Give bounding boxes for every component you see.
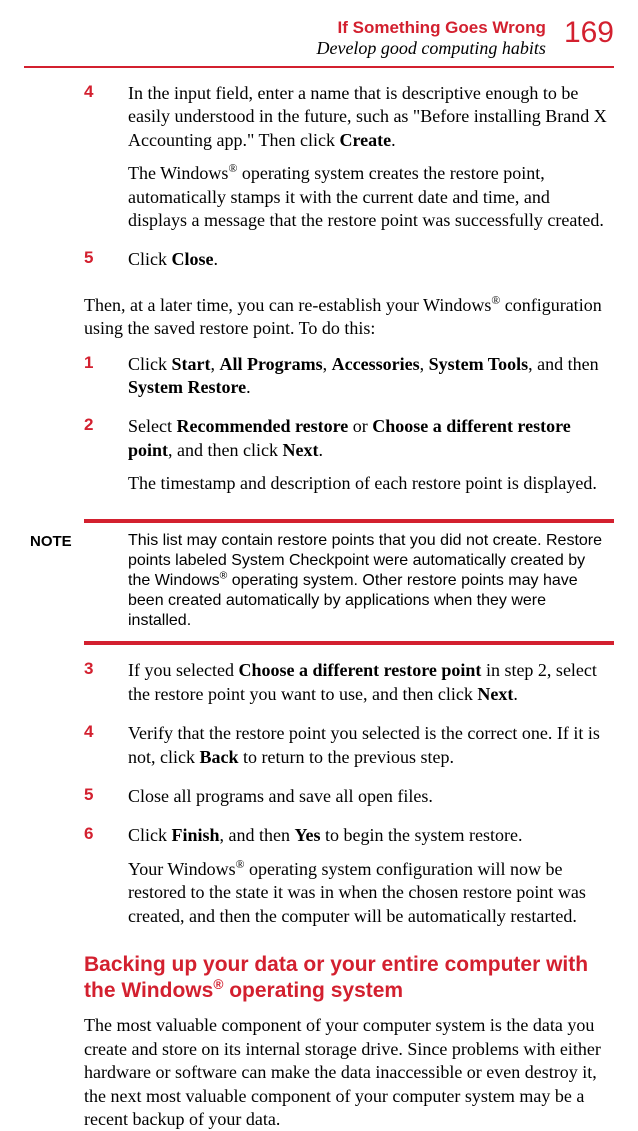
header-text: If Something Goes Wrong Develop good com… xyxy=(316,18,545,60)
section-title: Develop good computing habits xyxy=(316,38,545,60)
step-body: In the input field, enter a name that is… xyxy=(128,82,610,242)
note-block: NOTE This list may contain restore point… xyxy=(24,519,614,645)
text: Click xyxy=(128,249,172,269)
text: . xyxy=(246,377,251,397)
step-number: 2 xyxy=(84,415,128,505)
registered-mark: ® xyxy=(228,162,237,175)
registered-mark: ® xyxy=(213,977,223,992)
text: Select xyxy=(128,416,176,436)
paragraph: The most valuable component of your comp… xyxy=(84,1014,610,1131)
page-header: If Something Goes Wrong Develop good com… xyxy=(24,18,614,60)
list-item: 5 Click Close. xyxy=(84,248,610,281)
text: Close all programs and save all open fil… xyxy=(128,785,433,808)
text: . xyxy=(318,440,323,460)
step-number: 4 xyxy=(84,722,128,779)
text: Your Windows xyxy=(128,859,236,879)
text: . xyxy=(391,130,396,150)
note-inner: NOTE This list may contain restore point… xyxy=(24,531,614,631)
list-item: 4 In the input field, enter a name that … xyxy=(84,82,610,242)
page-content: 4 In the input field, enter a name that … xyxy=(24,82,614,1131)
text: The Windows xyxy=(128,163,228,183)
step-body: Select Recommended restore or Choose a d… xyxy=(128,415,610,505)
note-text: This list may contain restore points tha… xyxy=(128,531,614,631)
step-number: 4 xyxy=(84,82,128,242)
bold-text: Yes xyxy=(295,825,321,845)
text: The timestamp and description of each re… xyxy=(128,472,610,495)
text: , and then click xyxy=(168,440,282,460)
step-body: Click Start, All Programs, Accessories , … xyxy=(128,353,610,410)
bold-text: Next xyxy=(477,684,513,704)
registered-mark: ® xyxy=(491,294,500,307)
step-body: Click Finish, and then Yes to begin the … xyxy=(128,824,610,938)
step-number: 6 xyxy=(84,824,128,938)
bold-text: Next xyxy=(283,440,319,460)
step-number: 3 xyxy=(84,659,128,716)
text: Then, at a later time, you can re-establ… xyxy=(84,295,491,315)
list-item: 1 Click Start, All Programs, Accessories… xyxy=(84,353,610,410)
registered-mark: ® xyxy=(236,858,245,871)
list-item: 5 Close all programs and save all open f… xyxy=(84,785,610,818)
paragraph: Then, at a later time, you can re-establ… xyxy=(84,294,610,341)
list-item: 6 Click Finish, and then Yes to begin th… xyxy=(84,824,610,938)
bold-text: Finish xyxy=(172,825,220,845)
step-body: Close all programs and save all open fil… xyxy=(128,785,433,818)
bold-text: Close xyxy=(172,249,214,269)
bold-text: All Programs xyxy=(220,354,323,374)
list-item: 3 If you selected Choose a different res… xyxy=(84,659,610,716)
step-number: 1 xyxy=(84,353,128,410)
step-number: 5 xyxy=(84,248,128,281)
bold-text: Choose a different restore point xyxy=(238,660,481,680)
bold-text: Create xyxy=(339,130,391,150)
list-item: 4 Verify that the restore point you sele… xyxy=(84,722,610,779)
text: , xyxy=(323,354,332,374)
text: . xyxy=(513,684,518,704)
text: . xyxy=(214,249,219,269)
bold-text: Back xyxy=(199,747,238,767)
step-body: Verify that the restore point you select… xyxy=(128,722,610,779)
text: , and then xyxy=(528,354,598,374)
bold-text: Start xyxy=(172,354,211,374)
header-rule xyxy=(24,66,614,68)
note-rule-bottom xyxy=(84,641,614,645)
subheading: Backing up your data or your entire comp… xyxy=(84,952,610,1005)
list-item: 2 Select Recommended restore or Choose a… xyxy=(84,415,610,505)
text: Click xyxy=(128,825,172,845)
text: to return to the previous step. xyxy=(239,747,454,767)
text: If you selected xyxy=(128,660,238,680)
text: or xyxy=(348,416,372,436)
step-list-a: 4 In the input field, enter a name that … xyxy=(84,82,610,282)
step-list-b: 1 Click Start, All Programs, Accessories… xyxy=(84,353,610,506)
text: , xyxy=(211,354,220,374)
bold-text: System Tools xyxy=(429,354,529,374)
note-rule-top xyxy=(84,519,614,523)
text: operating system xyxy=(223,979,403,1002)
step-number: 5 xyxy=(84,785,128,818)
bold-text: Accessories xyxy=(332,354,420,374)
text: , xyxy=(420,354,429,374)
text: Click xyxy=(128,354,172,374)
chapter-title: If Something Goes Wrong xyxy=(316,18,545,38)
bold-text: Recommended restore xyxy=(176,416,348,436)
note-label: NOTE xyxy=(24,531,128,631)
step-list-c: 3 If you selected Choose a different res… xyxy=(84,659,610,938)
page-number: 169 xyxy=(564,18,614,48)
step-body: Click Close. xyxy=(128,248,218,281)
bold-text: System Restore xyxy=(128,377,246,397)
step-body: If you selected Choose a different resto… xyxy=(128,659,610,716)
text: to begin the system restore. xyxy=(321,825,523,845)
text: , and then xyxy=(220,825,295,845)
